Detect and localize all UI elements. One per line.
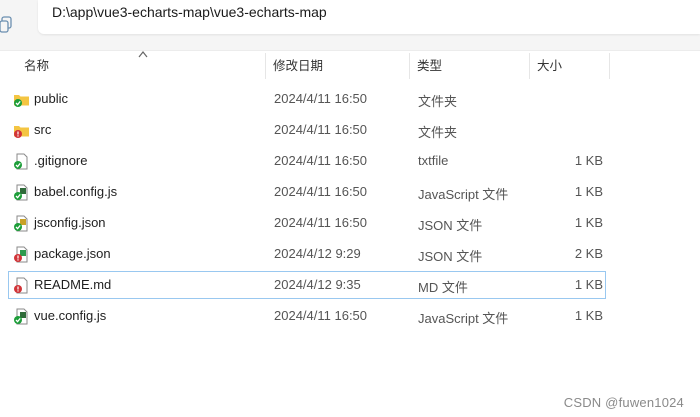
- file-type: JSON 文件: [418, 249, 483, 264]
- column-type[interactable]: 类型: [417, 51, 442, 81]
- js-file-green-check-icon: [14, 184, 28, 201]
- file-type: JavaScript 文件: [418, 187, 509, 202]
- list-item-selected[interactable]: README.md 2024/4/12 9:35 MD 文件 1 KB: [8, 271, 606, 299]
- file-name: vue.config.js: [34, 308, 107, 323]
- file-name: README.md: [34, 277, 112, 292]
- list-item[interactable]: .gitignore 2024/4/11 16:50 txtfile 1 KB: [8, 147, 606, 175]
- copy-path-icon[interactable]: [0, 14, 14, 34]
- js-file-green-check-icon: [14, 308, 28, 325]
- list-item[interactable]: babel.config.js 2024/4/11 16:50 JavaScri…: [8, 178, 606, 206]
- file-green-check-icon: [14, 153, 28, 170]
- file-size: 1 KB: [574, 184, 603, 199]
- address-bar[interactable]: D:\app\vue3-echarts-map\vue3-echarts-map: [38, 0, 700, 34]
- folder-green-check-icon: [14, 95, 29, 107]
- column-divider[interactable]: [609, 53, 610, 79]
- file-name: package.json: [34, 246, 111, 261]
- json-file-red-alert-icon: [14, 246, 28, 263]
- watermark: CSDN @fuwen1024: [563, 395, 684, 410]
- file-type: txtfile: [418, 153, 449, 168]
- sort-ascending-icon: [138, 51, 148, 58]
- column-name[interactable]: 名称: [24, 51, 49, 81]
- file-size: 1 KB: [574, 277, 603, 292]
- file-modified: 2024/4/11 16:50: [274, 122, 368, 137]
- list-item[interactable]: package.json 2024/4/12 9:29 JSON 文件 2 KB: [8, 240, 606, 268]
- address-bar-area: D:\app\vue3-echarts-map\vue3-echarts-map: [0, 0, 700, 50]
- file-type: JavaScript 文件: [418, 311, 509, 326]
- file-name: babel.config.js: [34, 184, 118, 199]
- file-name: jsconfig.json: [34, 215, 106, 230]
- file-modified: 2024/4/12 9:35: [274, 277, 361, 292]
- file-name: .gitignore: [34, 153, 88, 168]
- file-type: 文件夹: [418, 125, 458, 140]
- address-path[interactable]: D:\app\vue3-echarts-map\vue3-echarts-map: [52, 4, 327, 20]
- list-item[interactable]: public 2024/4/11 16:50 文件夹: [8, 85, 606, 113]
- column-divider[interactable]: [265, 53, 266, 79]
- column-divider[interactable]: [529, 53, 530, 79]
- folder-red-alert-icon: [14, 126, 29, 138]
- column-header: 名称 修改日期 类型 大小: [0, 50, 700, 81]
- file-modified: 2024/4/11 16:50: [274, 308, 368, 323]
- file-size: 1 KB: [574, 153, 603, 168]
- list-item[interactable]: jsconfig.json 2024/4/11 16:50 JSON 文件 1 …: [8, 209, 606, 237]
- file-type: 文件夹: [418, 94, 458, 109]
- file-name: src: [34, 122, 52, 137]
- column-size[interactable]: 大小: [537, 51, 562, 81]
- file-type: MD 文件: [418, 280, 468, 295]
- file-name: public: [34, 91, 68, 106]
- file-modified: 2024/4/11 16:50: [274, 215, 368, 230]
- file-modified: 2024/4/12 9:29: [274, 246, 361, 261]
- list-item[interactable]: vue.config.js 2024/4/11 16:50 JavaScript…: [8, 302, 606, 330]
- column-modified[interactable]: 修改日期: [273, 51, 323, 81]
- column-divider[interactable]: [409, 53, 410, 79]
- file-size: 1 KB: [574, 215, 603, 230]
- file-red-alert-icon: [14, 277, 28, 294]
- file-size: 1 KB: [574, 308, 603, 323]
- file-size: 2 KB: [574, 246, 603, 261]
- json-file-green-check-icon: [14, 215, 28, 232]
- file-type: JSON 文件: [418, 218, 483, 233]
- file-modified: 2024/4/11 16:50: [274, 153, 368, 168]
- list-item[interactable]: src 2024/4/11 16:50 文件夹: [8, 116, 606, 144]
- file-modified: 2024/4/11 16:50: [274, 91, 368, 106]
- file-modified: 2024/4/11 16:50: [274, 184, 368, 199]
